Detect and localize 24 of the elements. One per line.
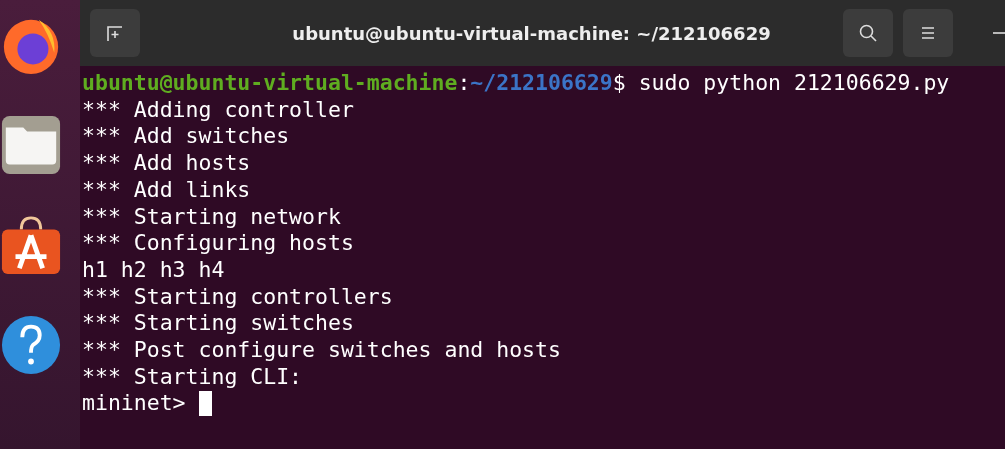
window-title: ubuntu@ubuntu-virtual-machine: ~/212106629: [291, 22, 772, 44]
output-line: *** Post configure switches and hosts: [82, 337, 561, 364]
menu-button[interactable]: [903, 9, 953, 57]
output-line: *** Adding controller: [82, 96, 354, 124]
help-icon[interactable]: [0, 314, 62, 376]
output-line: *** Add switches: [82, 123, 290, 151]
output-line: *** Starting CLI:: [82, 363, 303, 391]
new-tab-icon: [105, 23, 125, 43]
prompt-line: ubuntu@ubuntu-virtual-machine:~/212106629$ sudo python 212106629.py: [82, 70, 950, 97]
output-line: *** Starting controllers: [82, 283, 393, 311]
new-tab-button[interactable]: [90, 9, 140, 57]
output-line: *** Add links: [82, 176, 251, 204]
search-icon: [858, 23, 878, 43]
output-line: *** Starting network: [82, 203, 341, 231]
output-line: h1 h2 h3 h4: [82, 256, 225, 284]
search-button[interactable]: [843, 9, 893, 57]
output-line: *** Configuring hosts: [82, 230, 354, 257]
output-line: *** Add hosts: [82, 150, 251, 177]
output-line: *** Starting switches: [82, 310, 354, 338]
shopping-bag-icon[interactable]: [0, 214, 62, 276]
folder-icon[interactable]: [0, 114, 62, 176]
input-prompt: mininet>: [82, 390, 187, 418]
text-cursor: [198, 391, 212, 417]
minimize-icon[interactable]: [993, 31, 1005, 35]
